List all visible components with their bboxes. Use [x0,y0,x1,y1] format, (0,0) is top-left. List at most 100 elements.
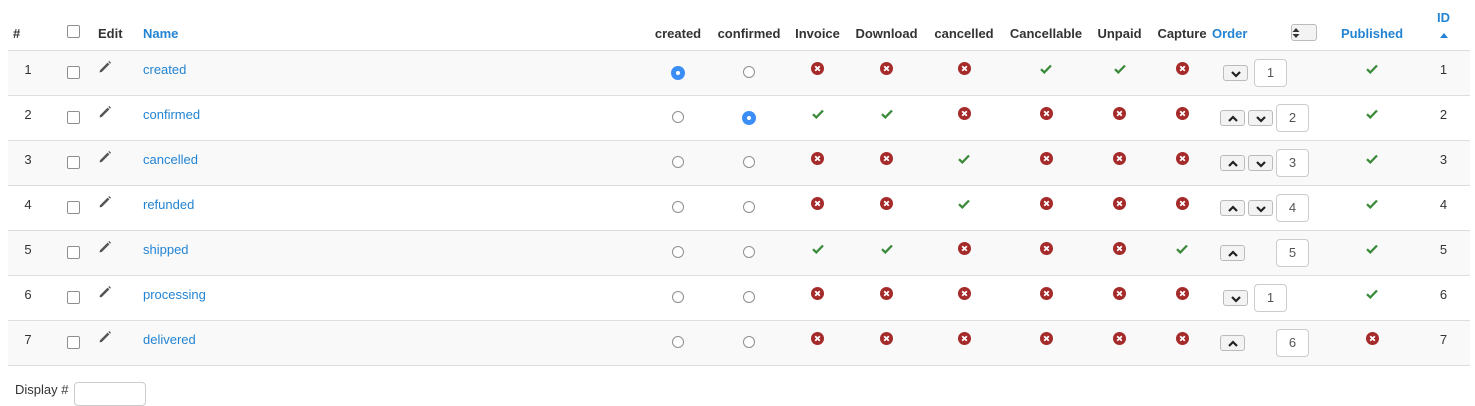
row-checkbox[interactable] [66,201,80,214]
row-checkbox[interactable] [66,336,80,349]
unpaid-flag[interactable] [1113,287,1126,303]
move-down-button[interactable] [1248,200,1273,216]
pencil-icon[interactable] [98,60,112,77]
cancellable-flag[interactable] [1040,62,1052,77]
invoice-flag[interactable] [811,107,824,122]
created-default-radio[interactable] [672,246,684,258]
status-name-link[interactable]: confirmed [143,96,643,122]
published-flag[interactable] [1366,287,1378,302]
move-up-button[interactable] [1220,245,1245,261]
display-count-select[interactable] [74,382,147,406]
select-all-checkbox[interactable] [66,25,80,38]
pencil-icon[interactable] [98,330,112,347]
published-flag[interactable] [1366,62,1378,77]
header-published-sort[interactable]: Published [1327,10,1417,51]
capture-flag[interactable] [1175,287,1189,303]
created-default-radio[interactable] [672,336,684,348]
confirmed-default-radio[interactable] [742,111,756,125]
invoice-flag[interactable] [811,152,824,168]
move-up-button[interactable] [1220,155,1245,171]
order-input[interactable]: 5 [1276,239,1309,267]
status-name-link[interactable]: refunded [143,186,643,212]
header-id-sort[interactable]: ID [1417,10,1470,26]
unpaid-flag[interactable] [1113,62,1126,77]
published-flag[interactable] [1366,152,1378,167]
move-up-button[interactable] [1220,335,1245,351]
invoice-flag[interactable] [811,332,824,348]
created-default-radio[interactable] [672,201,684,213]
invoice-flag[interactable] [811,62,824,78]
move-down-button[interactable] [1223,290,1248,306]
status-name-link[interactable]: cancelled [143,141,643,167]
cancellable-flag[interactable] [1039,332,1053,348]
created-default-radio[interactable] [672,111,684,123]
invoice-flag[interactable] [811,242,824,257]
pencil-icon[interactable] [98,195,112,212]
published-flag[interactable] [1365,332,1379,348]
cancelled-flag[interactable] [958,152,970,167]
pencil-icon[interactable] [98,240,112,257]
confirmed-default-radio[interactable] [743,201,755,213]
move-down-button[interactable] [1248,155,1273,171]
order-input[interactable]: 6 [1276,329,1309,357]
capture-flag[interactable] [1175,107,1189,123]
pencil-icon[interactable] [98,105,112,122]
download-flag[interactable] [880,197,893,213]
cancellable-flag[interactable] [1039,242,1053,258]
invoice-flag[interactable] [811,197,824,213]
status-name-link[interactable]: processing [143,276,643,302]
download-flag[interactable] [880,242,893,257]
order-input[interactable]: 1 [1254,59,1287,87]
move-down-button[interactable] [1223,65,1248,81]
cancelled-flag[interactable] [958,197,970,212]
status-name-link[interactable]: created [143,51,643,77]
capture-flag[interactable] [1175,152,1189,168]
confirmed-default-radio[interactable] [743,291,755,303]
cancelled-flag[interactable] [957,287,971,303]
cancelled-flag[interactable] [957,62,971,78]
confirmed-default-radio[interactable] [743,66,755,78]
row-checkbox[interactable] [66,156,80,169]
header-id[interactable]: ID [1417,10,1470,51]
created-default-radio[interactable] [672,156,684,168]
cancelled-flag[interactable] [957,107,971,123]
pencil-icon[interactable] [98,150,112,167]
order-input[interactable]: 1 [1254,284,1287,312]
download-flag[interactable] [880,62,893,78]
published-flag[interactable] [1366,197,1378,212]
header-name-sort[interactable]: Name [143,10,643,51]
row-checkbox[interactable] [66,246,80,259]
created-default-radio[interactable] [672,291,684,303]
cancelled-flag[interactable] [957,242,971,258]
move-down-button[interactable] [1248,110,1273,126]
download-flag[interactable] [880,152,893,168]
download-flag[interactable] [880,287,893,303]
pencil-icon[interactable] [98,285,112,302]
download-flag[interactable] [880,332,893,348]
download-flag[interactable] [880,107,893,122]
unpaid-flag[interactable] [1113,107,1126,123]
cancellable-flag[interactable] [1039,197,1053,213]
cancellable-flag[interactable] [1039,287,1053,303]
order-input[interactable]: 2 [1276,104,1309,132]
capture-flag[interactable] [1176,242,1188,257]
save-order-button[interactable] [1290,24,1317,41]
published-flag[interactable] [1366,107,1378,122]
published-flag[interactable] [1366,242,1378,257]
unpaid-flag[interactable] [1113,332,1126,348]
cancellable-flag[interactable] [1039,107,1053,123]
row-checkbox[interactable] [66,66,80,79]
move-up-button[interactable] [1220,200,1245,216]
invoice-flag[interactable] [811,287,824,303]
capture-flag[interactable] [1175,332,1189,348]
capture-flag[interactable] [1175,197,1189,213]
status-name-link[interactable]: shipped [143,231,643,257]
status-name-link[interactable]: delivered [143,321,643,347]
unpaid-flag[interactable] [1113,197,1126,213]
confirmed-default-radio[interactable] [743,156,755,168]
row-checkbox[interactable] [66,111,80,124]
unpaid-flag[interactable] [1113,242,1126,258]
cancelled-flag[interactable] [957,332,971,348]
unpaid-flag[interactable] [1113,152,1126,168]
header-select-all[interactable] [48,10,98,51]
